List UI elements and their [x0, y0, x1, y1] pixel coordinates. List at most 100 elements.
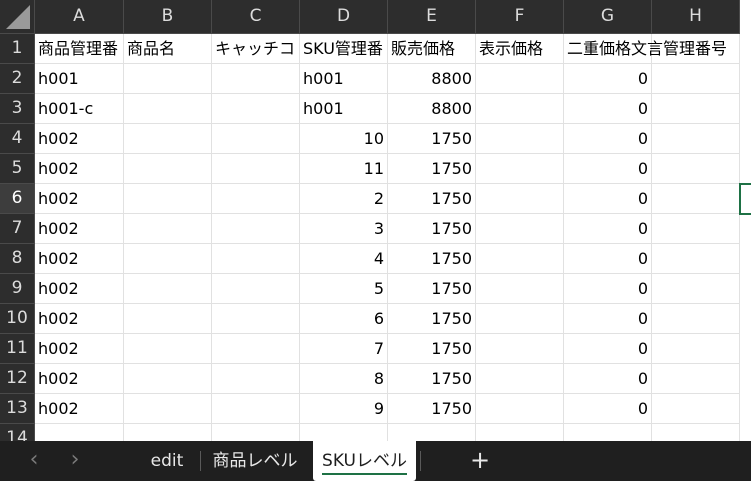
cell-header[interactable]: 表示価格 [476, 34, 564, 64]
table-cell[interactable] [476, 124, 564, 154]
table-cell[interactable]: 0 [564, 394, 652, 424]
add-sheet-button[interactable]: + [466, 445, 494, 475]
table-cell[interactable]: 0 [564, 64, 652, 94]
table-cell[interactable] [652, 124, 740, 154]
table-cell[interactable] [212, 154, 300, 184]
table-cell[interactable]: 6 [300, 304, 388, 334]
table-cell[interactable]: h002 [35, 184, 124, 214]
table-cell[interactable]: h002 [35, 364, 124, 394]
table-cell[interactable] [212, 334, 300, 364]
sheet-tab-product-level[interactable]: 商品レベル [201, 441, 309, 481]
table-cell[interactable]: 1750 [388, 274, 476, 304]
table-cell[interactable] [476, 94, 564, 124]
table-cell[interactable]: 0 [564, 244, 652, 274]
table-cell[interactable]: h002 [35, 304, 124, 334]
table-cell[interactable] [476, 334, 564, 364]
table-cell[interactable]: 0 [564, 274, 652, 304]
table-cell[interactable] [652, 214, 740, 244]
cell-header[interactable]: 販売価格 [388, 34, 476, 64]
table-cell[interactable] [476, 154, 564, 184]
table-cell[interactable] [124, 304, 212, 334]
table-cell[interactable]: 1750 [388, 214, 476, 244]
row-header-8[interactable]: 8 [0, 244, 35, 274]
column-header-g[interactable]: G [564, 0, 652, 34]
table-cell[interactable] [212, 424, 300, 441]
chevron-left-icon[interactable]: ‹ [22, 445, 46, 475]
table-cell[interactable] [652, 94, 740, 124]
table-cell[interactable] [124, 394, 212, 424]
row-header-14[interactable]: 14 [0, 424, 35, 441]
table-cell[interactable] [212, 274, 300, 304]
table-cell[interactable]: 1750 [388, 184, 476, 214]
table-cell[interactable]: 11 [300, 154, 388, 184]
table-cell[interactable]: 4 [300, 244, 388, 274]
table-cell[interactable]: 1750 [388, 154, 476, 184]
table-cell[interactable] [476, 274, 564, 304]
row-header-9[interactable]: 9 [0, 274, 35, 304]
table-cell[interactable]: 0 [564, 334, 652, 364]
table-cell[interactable] [476, 244, 564, 274]
table-cell[interactable] [476, 184, 564, 214]
sheet-tab-sku-level[interactable]: SKUレベル [313, 441, 416, 481]
table-cell[interactable]: 5 [300, 274, 388, 304]
table-cell[interactable] [212, 244, 300, 274]
table-cell[interactable] [124, 364, 212, 394]
table-cell[interactable] [212, 364, 300, 394]
row-header-6[interactable]: 6 [0, 184, 35, 214]
row-header-4[interactable]: 4 [0, 124, 35, 154]
table-cell[interactable]: h001 [300, 64, 388, 94]
table-cell[interactable] [212, 94, 300, 124]
cell-header[interactable]: 商品管理番 [35, 34, 124, 64]
table-cell[interactable] [124, 274, 212, 304]
table-cell[interactable]: 3 [300, 214, 388, 244]
row-header-10[interactable]: 10 [0, 304, 35, 334]
table-cell[interactable]: 1750 [388, 394, 476, 424]
table-cell[interactable]: 0 [564, 154, 652, 184]
table-cell[interactable] [124, 124, 212, 154]
select-all-button[interactable] [0, 0, 35, 34]
table-cell[interactable]: 8800 [388, 94, 476, 124]
table-cell[interactable]: 8800 [388, 64, 476, 94]
table-cell[interactable]: 7 [300, 334, 388, 364]
table-cell[interactable] [652, 304, 740, 334]
table-cell[interactable]: h002 [35, 214, 124, 244]
table-cell[interactable] [212, 304, 300, 334]
column-header-b[interactable]: B [124, 0, 212, 34]
table-cell[interactable] [652, 244, 740, 274]
table-cell[interactable] [476, 424, 564, 441]
table-cell[interactable] [212, 184, 300, 214]
row-header-3[interactable]: 3 [0, 94, 35, 124]
table-cell[interactable]: 8 [300, 364, 388, 394]
table-cell[interactable]: 9 [300, 394, 388, 424]
table-cell[interactable] [124, 94, 212, 124]
table-cell[interactable] [476, 64, 564, 94]
table-cell[interactable]: h002 [35, 124, 124, 154]
table-cell[interactable]: 0 [564, 214, 652, 244]
table-cell[interactable]: 1750 [388, 364, 476, 394]
table-cell[interactable] [300, 424, 388, 441]
table-cell[interactable]: 1750 [388, 244, 476, 274]
sheet-tab-edit[interactable]: edit [134, 441, 200, 481]
cell-header[interactable]: 二重価格文言管理番号 [564, 34, 727, 64]
row-header-2[interactable]: 2 [0, 64, 35, 94]
table-cell[interactable]: h002 [35, 394, 124, 424]
table-cell[interactable]: h001 [300, 94, 388, 124]
table-cell[interactable]: 0 [564, 184, 652, 214]
table-cell[interactable] [476, 214, 564, 244]
table-cell[interactable] [652, 274, 740, 304]
row-header-13[interactable]: 13 [0, 394, 35, 424]
row-header-7[interactable]: 7 [0, 214, 35, 244]
table-cell[interactable] [564, 424, 652, 441]
table-cell[interactable]: 1750 [388, 124, 476, 154]
table-cell[interactable]: 0 [564, 124, 652, 154]
table-cell[interactable] [476, 394, 564, 424]
table-cell[interactable]: 1750 [388, 304, 476, 334]
table-cell[interactable] [652, 364, 740, 394]
table-cell[interactable] [124, 154, 212, 184]
row-header-11[interactable]: 11 [0, 334, 35, 364]
table-cell[interactable] [124, 184, 212, 214]
column-header-e[interactable]: E [388, 0, 476, 34]
table-cell[interactable] [124, 244, 212, 274]
table-cell[interactable]: 0 [564, 364, 652, 394]
table-cell[interactable]: h002 [35, 244, 124, 274]
